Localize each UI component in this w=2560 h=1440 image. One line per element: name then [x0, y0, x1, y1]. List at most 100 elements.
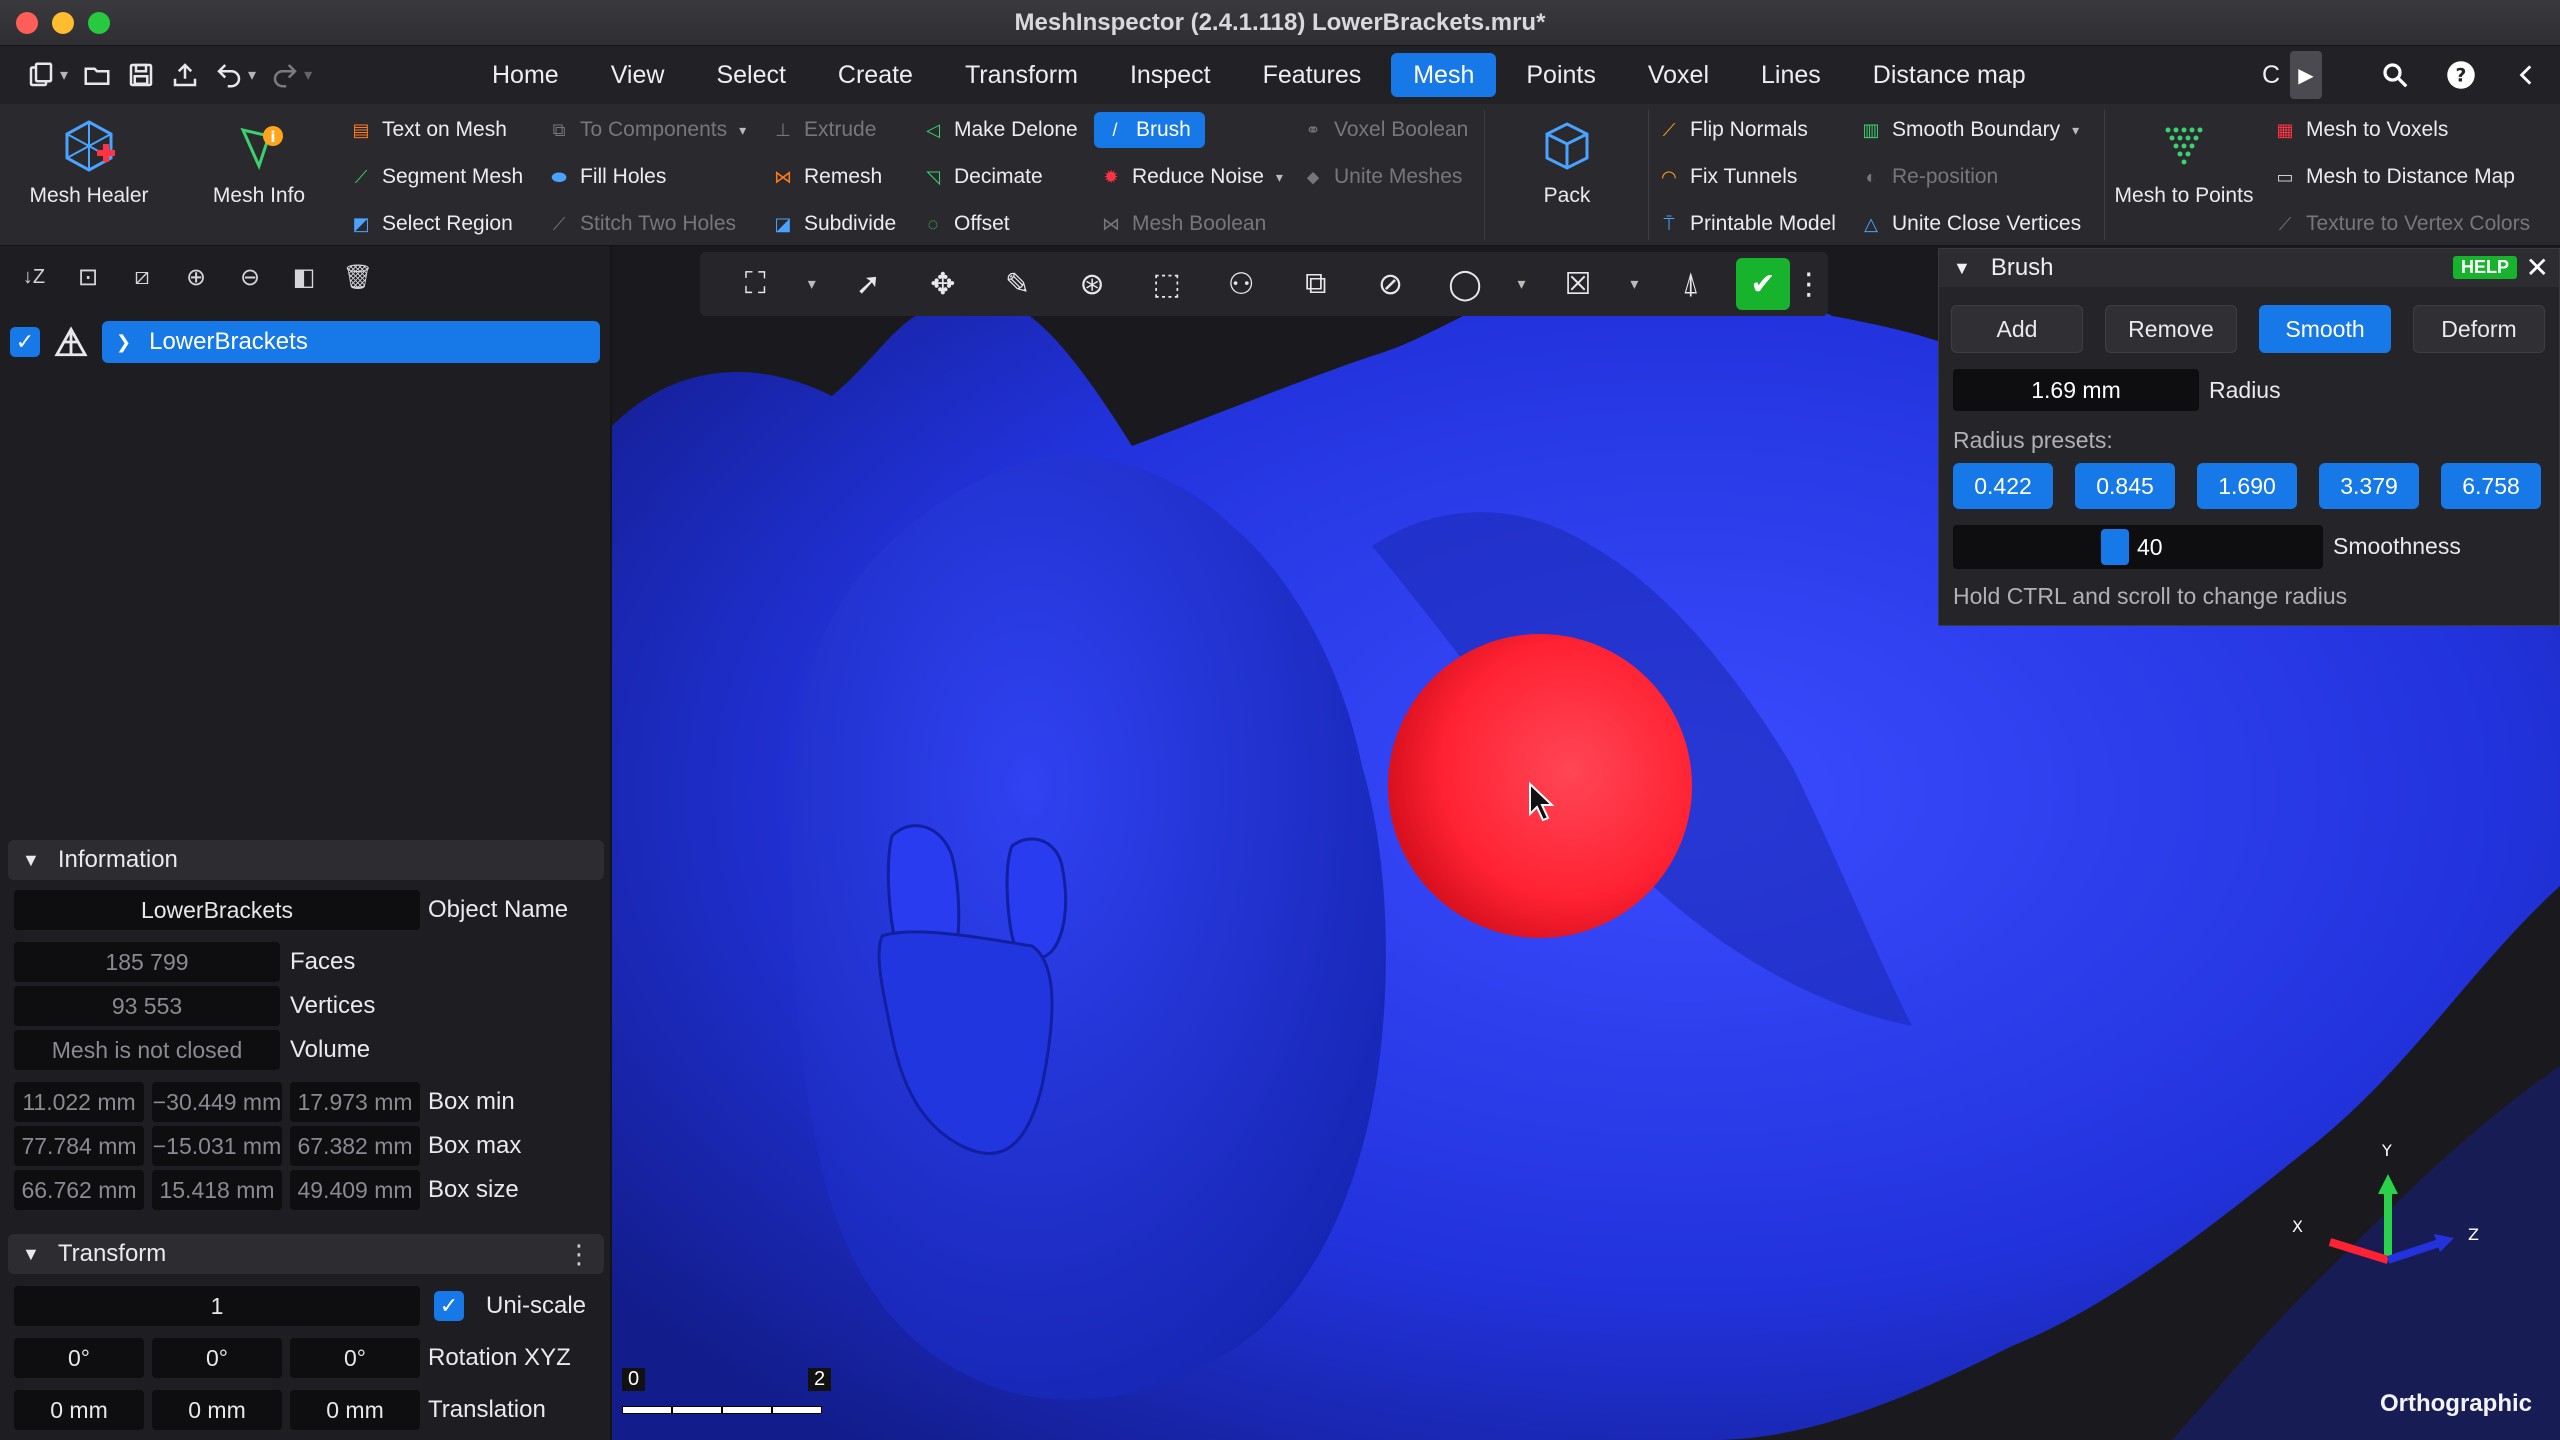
redo-button[interactable]: ▾ [270, 56, 312, 94]
to-components-button[interactable]: ⧉ To Components ▾ [548, 112, 747, 148]
new-scene-button[interactable]: ▾ [26, 56, 68, 94]
unite-close-vertices-button[interactable]: △ Unite Close Vertices [1860, 206, 2081, 242]
preset-1-button[interactable]: 0.422 [1953, 463, 2053, 509]
clear-selection-button[interactable]: ☒ [1541, 258, 1616, 310]
hide-button[interactable]: ⊘ [1353, 258, 1428, 310]
rotation-y-input[interactable]: 0° [152, 1338, 282, 1378]
tab-create[interactable]: Create [816, 53, 935, 97]
undo-button[interactable]: ▾ [214, 56, 256, 94]
decimate-button[interactable]: ◹ Decimate [922, 159, 1043, 195]
reduce-noise-button[interactable]: ✹ Reduce Noise ▾ [1100, 159, 1282, 195]
fill-holes-button[interactable]: ⬬ Fill Holes [548, 159, 666, 195]
subdivide-button[interactable]: ◪ Subdivide [772, 206, 896, 242]
fit-view-dropdown[interactable]: ▾ [793, 258, 831, 310]
apply-button[interactable]: ✔ [1736, 258, 1790, 310]
projection-label[interactable]: Orthographic [2380, 1390, 2532, 1418]
mesh-healer-button[interactable]: Mesh Healer [14, 116, 164, 208]
pack-button[interactable]: Pack [1492, 116, 1642, 208]
rotation-x-input[interactable]: 0° [14, 1338, 144, 1378]
tab-home[interactable]: Home [470, 53, 581, 97]
sort-button[interactable]: ↓Z [18, 261, 50, 293]
rotation-z-input[interactable]: 0° [290, 1338, 420, 1378]
mode-smooth-button[interactable]: Smooth [2259, 305, 2391, 353]
help-button[interactable]: ? [2428, 60, 2494, 90]
collapse-ribbon-button[interactable] [2494, 62, 2560, 88]
close-icon[interactable]: ✕ [2526, 251, 2549, 284]
tab-transform[interactable]: Transform [943, 53, 1100, 97]
clear-selection-dropdown[interactable]: ▾ [1615, 258, 1653, 310]
scale-input[interactable]: 1 [14, 1286, 420, 1326]
select-all-button[interactable]: ⊡ [72, 261, 104, 293]
search-button[interactable] [2362, 60, 2428, 90]
tab-voxel[interactable]: Voxel [1626, 53, 1731, 97]
slider-knob[interactable] [2101, 529, 2129, 565]
text-on-mesh-button[interactable]: ▤ Text on Mesh [350, 112, 506, 148]
mode-deform-button[interactable]: Deform [2413, 305, 2545, 353]
translation-z-input[interactable]: 0 mm [290, 1390, 420, 1430]
lasso-button[interactable]: ◯ [1428, 258, 1503, 310]
voxel-boolean-button[interactable]: ⚭ Voxel Boolean [1302, 112, 1468, 148]
mesh-to-distance-map-button[interactable]: ▭ Mesh to Distance Map [2274, 159, 2514, 195]
brush-button[interactable]: / Brush [1094, 112, 1205, 148]
visibility-button[interactable]: ◧ [288, 261, 320, 293]
tab-features[interactable]: Features [1241, 53, 1384, 97]
more-tabs-button[interactable]: ▶ [2290, 51, 2322, 99]
move-down-button[interactable]: ⊖ [234, 261, 266, 293]
stitch-two-holes-button[interactable]: ⟋ Stitch Two Holes [548, 206, 736, 242]
flip-normals-button[interactable]: ⟋ Flip Normals [1658, 112, 1808, 148]
kebab-menu-icon[interactable]: ⋮ [566, 1239, 592, 1270]
lasso-dropdown[interactable]: ▾ [1502, 258, 1540, 310]
tree-item-lowerbrackets[interactable]: ❯ LowerBrackets [102, 321, 600, 363]
translation-x-input[interactable]: 0 mm [14, 1390, 144, 1430]
tab-view[interactable]: View [589, 53, 687, 97]
edit-tool-button[interactable]: ✎ [980, 258, 1055, 310]
pick-points-button[interactable]: ⍋ [1654, 258, 1729, 310]
information-header[interactable]: ▼ Information [8, 840, 604, 880]
preset-2-button[interactable]: 0.845 [2075, 463, 2175, 509]
mesh-to-points-button[interactable]: Mesh to Points [2108, 116, 2260, 208]
remesh-button[interactable]: ⋈ Remesh [772, 159, 882, 195]
preset-4-button[interactable]: 3.379 [2319, 463, 2419, 509]
preset-5-button[interactable]: 6.758 [2441, 463, 2541, 509]
translation-y-input[interactable]: 0 mm [152, 1390, 282, 1430]
fit-view-button[interactable]: ⛶ [718, 258, 793, 310]
segment-mesh-button[interactable]: ⟋ Segment Mesh [350, 159, 524, 195]
minimize-window-button[interactable] [52, 12, 74, 34]
tab-overflow[interactable]: C [2252, 61, 2290, 90]
mesh-boolean-button[interactable]: ⋈ Mesh Boolean [1100, 206, 1266, 242]
deselect-button[interactable]: ⧄ [126, 261, 158, 293]
smooth-boundary-button[interactable]: ▥ Smooth Boundary ▾ [1860, 112, 2079, 148]
mesh-info-button[interactable]: i Mesh Info [184, 116, 334, 208]
rotate-tool-button[interactable]: ⊛ [1055, 258, 1130, 310]
box-transform-button[interactable]: ⬚ [1129, 258, 1204, 310]
uniscale-checkbox[interactable]: ✓ [434, 1291, 464, 1321]
help-badge[interactable]: HELP [2452, 256, 2517, 279]
mode-remove-button[interactable]: Remove [2105, 305, 2237, 353]
tab-select[interactable]: Select [694, 53, 807, 97]
tab-mesh[interactable]: Mesh [1391, 53, 1497, 97]
zoom-window-button[interactable] [88, 12, 110, 34]
paint-tool-button[interactable]: ⚇ [1204, 258, 1279, 310]
texture-to-vertex-colors-button[interactable]: ⟋ Texture to Vertex Colors [2274, 206, 2530, 242]
viewport-more-button[interactable]: ⋮ [1790, 258, 1828, 310]
tab-distance-map[interactable]: Distance map [1851, 53, 2048, 97]
tab-lines[interactable]: Lines [1739, 53, 1843, 97]
preset-3-button[interactable]: 1.690 [2197, 463, 2297, 509]
visibility-checkbox[interactable]: ✓ [10, 327, 40, 357]
select-tool-button[interactable]: ➚ [831, 258, 906, 310]
export-button[interactable] [170, 56, 200, 94]
tab-points[interactable]: Points [1504, 53, 1617, 97]
printable-model-button[interactable]: ⍑ Printable Model [1658, 206, 1836, 242]
object-name-field[interactable]: LowerBrackets [14, 890, 420, 930]
re-position-button[interactable]: ◐ Re-position [1860, 159, 1999, 195]
mode-add-button[interactable]: Add [1951, 305, 2083, 353]
extrude-button[interactable]: ⊥ Extrude [772, 112, 876, 148]
mesh-to-voxels-button[interactable]: ▦ Mesh to Voxels [2274, 112, 2448, 148]
move-up-button[interactable]: ⊕ [180, 261, 212, 293]
make-delone-button[interactable]: ◁ Make Delone [922, 112, 1078, 148]
save-button[interactable] [126, 56, 156, 94]
close-window-button[interactable] [16, 12, 38, 34]
transform-header[interactable]: ▼ Transform ⋮ [8, 1234, 604, 1274]
unite-meshes-button[interactable]: ⬥ Unite Meshes [1302, 159, 1463, 195]
delete-button[interactable]: 🗑 [342, 261, 374, 293]
